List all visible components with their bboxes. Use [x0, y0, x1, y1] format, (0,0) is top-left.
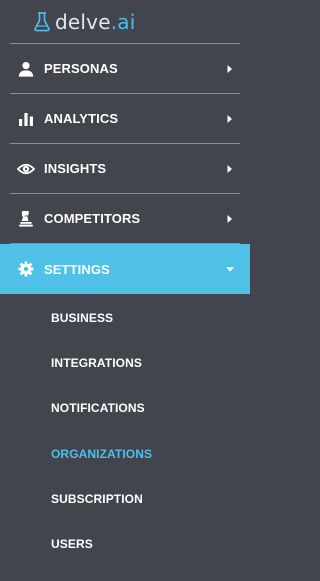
chevron-right-icon	[227, 114, 232, 123]
brand-logo[interactable]: delve.ai	[0, 0, 250, 43]
submenu-item-users[interactable]: USERS	[0, 521, 250, 566]
submenu-item-subscription[interactable]: SUBSCRIPTION	[0, 476, 250, 521]
chevron-right-icon	[227, 214, 232, 223]
nav-item-personas[interactable]: PERSONAS	[0, 44, 250, 93]
nav-item-label: PERSONAS	[44, 61, 118, 76]
submenu-item-notifications[interactable]: NOTIFICATIONS	[0, 386, 250, 431]
submenu-item-integrations[interactable]: INTEGRATIONS	[0, 340, 250, 385]
brand-name-suffix: .ai	[110, 9, 136, 34]
nav-item-label: ANALYTICS	[44, 111, 119, 126]
eye-icon	[17, 160, 35, 178]
submenu-item-business[interactable]: BUSINESS	[0, 295, 250, 340]
user-icon	[17, 60, 35, 78]
chevron-down-icon	[226, 267, 234, 272]
flask-logo-icon	[34, 11, 50, 31]
chevron-right-icon	[227, 64, 232, 73]
nav-item-competitors[interactable]: COMPETITORS	[0, 194, 250, 243]
nav-item-insights[interactable]: INSIGHTS	[0, 144, 250, 193]
nav-item-label: INSIGHTS	[44, 161, 107, 176]
submenu-item-organizations[interactable]: ORGANIZATIONS	[0, 431, 250, 476]
settings-submenu: BUSINESS INTEGRATIONS NOTIFICATIONS ORGA…	[0, 295, 250, 567]
nav-item-settings[interactable]: SETTINGS	[0, 244, 250, 294]
nav-item-analytics[interactable]: ANALYTICS	[0, 94, 250, 143]
chess-piece-icon	[17, 210, 35, 228]
bar-chart-icon	[17, 110, 35, 128]
brand-name: delve.ai	[55, 10, 135, 34]
nav-item-label: COMPETITORS	[44, 211, 141, 226]
chevron-right-icon	[227, 164, 232, 173]
sidebar: delve.ai PERSONAS ANALYTICS INSIGHTS COM…	[0, 0, 250, 581]
gear-icon	[17, 260, 35, 278]
brand-name-main: delve	[55, 9, 111, 34]
nav-item-label: SETTINGS	[44, 261, 110, 277]
